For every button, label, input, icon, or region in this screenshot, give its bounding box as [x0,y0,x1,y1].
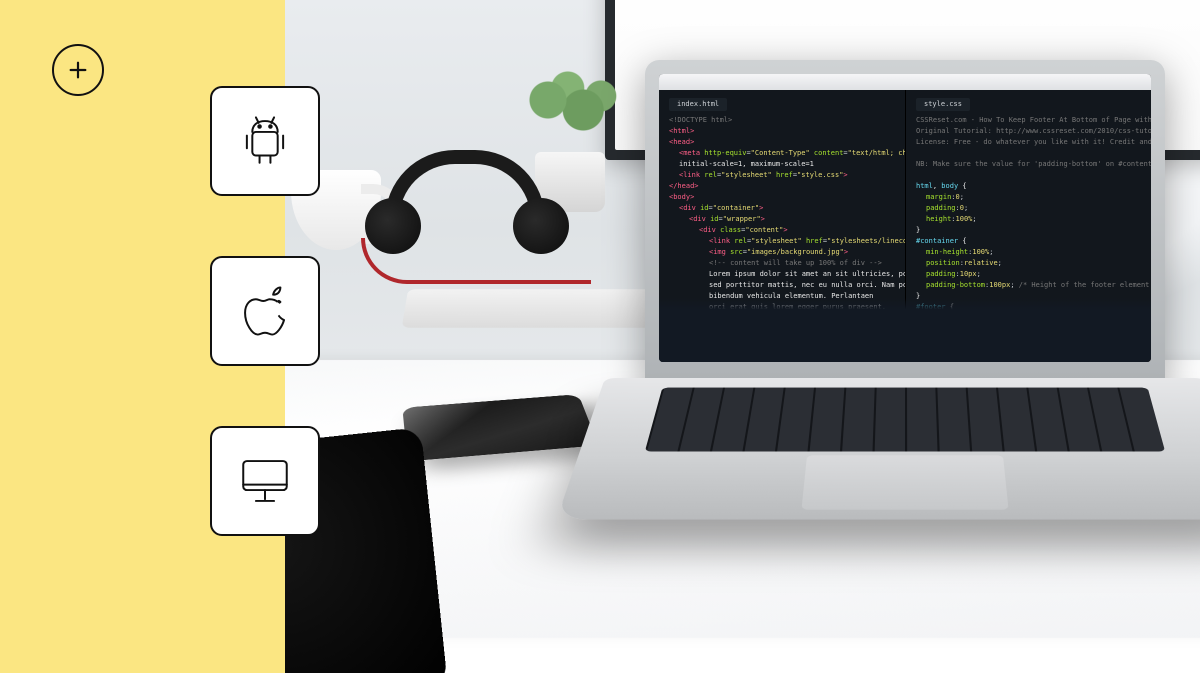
platform-card-apple[interactable] [210,256,320,366]
hero-photo: index.html <!DOCTYPE html> <html> <head>… [285,0,1200,673]
desktop-icon [236,452,294,510]
platform-card-desktop[interactable] [210,426,320,536]
add-button[interactable] [52,44,104,96]
macos-menubar [659,74,1151,90]
laptop-base [556,378,1200,520]
android-icon [236,112,294,170]
plus-icon [67,59,89,81]
platform-card-android[interactable] [210,86,320,196]
editor-right-tab: style.css [916,98,970,111]
laptop-trackpad [801,455,1008,509]
laptop: index.html <!DOCTYPE html> <html> <head>… [605,60,1200,640]
macos-wallpaper [659,298,1151,362]
editor-left-tab: index.html [669,98,727,111]
apple-icon [236,282,294,340]
laptop-keyboard [645,388,1165,452]
laptop-screen: index.html <!DOCTYPE html> <html> <head>… [659,74,1151,362]
headphones [365,150,585,270]
